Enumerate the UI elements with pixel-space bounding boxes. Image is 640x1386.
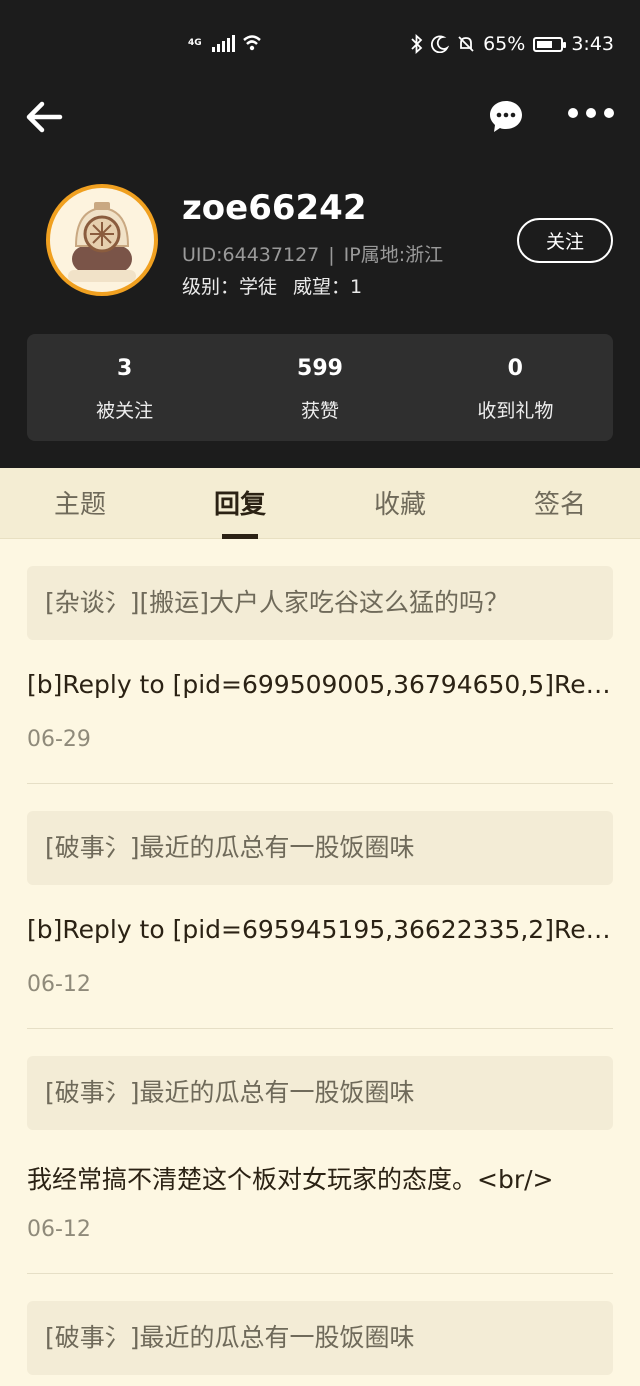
network-type: 4G: [188, 37, 202, 48]
moon-icon: [431, 35, 450, 53]
stat-followers[interactable]: 3 被关注: [27, 334, 222, 441]
stat-likes[interactable]: 599 获赞: [222, 334, 417, 441]
post-date: 06-29: [27, 727, 91, 752]
ip-location: IP属地:浙江: [343, 244, 444, 266]
post-thread-title[interactable]: [破事氵]最近的瓜总有一股饭圈味: [27, 1301, 613, 1375]
follow-button[interactable]: 关注: [517, 218, 613, 263]
stat-label: 收到礼物: [477, 400, 554, 422]
post-thread-title[interactable]: [破事氵]最近的瓜总有一股饭圈味: [27, 811, 613, 885]
tab-topics[interactable]: 主题: [0, 484, 160, 521]
battery-percent: 65%: [483, 33, 526, 55]
stat-value: 3: [117, 356, 133, 381]
back-arrow-icon[interactable]: [24, 96, 66, 138]
avatar[interactable]: [46, 184, 158, 296]
status-right: 65% 3:43: [411, 33, 614, 55]
post-reply-text[interactable]: 我经常搞不清楚这个板对女玩家的态度。<br/>: [27, 1160, 613, 1196]
active-tab-indicator: [222, 534, 258, 539]
wifi-icon: [242, 35, 261, 51]
battery-icon: [533, 36, 567, 52]
mute-bell-icon: [458, 36, 474, 52]
stat-value: 0: [507, 356, 523, 381]
tab-bar: 主题 回复 收藏 签名: [0, 468, 640, 539]
username: zoe66242: [182, 188, 367, 228]
rank-line: 级别：学徒 威望：1: [182, 272, 362, 299]
diving-helmet-icon: [68, 202, 136, 282]
signal-icon: [211, 34, 235, 52]
post-reply-text[interactable]: [b]Reply to [pid=699509005,36794650,5]Re…: [27, 670, 613, 699]
bluetooth-icon: [411, 34, 423, 54]
profile-header: 4G 65% 3:43 zoe66242 UID:64437127 | IP属地…: [0, 0, 640, 468]
prestige-label: 威望：: [293, 276, 351, 298]
prestige-value: 1: [350, 276, 363, 298]
post-thread-title[interactable]: [杂谈氵][搬运]大户人家吃谷这么猛的吗？: [27, 566, 613, 640]
status-bar: 4G 65% 3:43: [0, 0, 640, 92]
tab-signature[interactable]: 签名: [480, 484, 640, 521]
stat-label: 获赞: [300, 400, 339, 422]
stat-value: 599: [297, 356, 343, 381]
stat-gifts[interactable]: 0 收到礼物: [418, 334, 613, 441]
more-options-icon[interactable]: [568, 108, 614, 118]
message-icon[interactable]: [488, 98, 524, 134]
post-reply-text[interactable]: [b]Reply to [pid=695945195,36622335,2]Re…: [27, 915, 613, 944]
tab-favorites[interactable]: 收藏: [320, 484, 480, 521]
post-thread-title[interactable]: [破事氵]最近的瓜总有一股饭圈味: [27, 1056, 613, 1130]
divider: [27, 783, 613, 784]
level-label: 级别：: [182, 276, 240, 298]
user-id-line: UID:64437127 | IP属地:浙江: [182, 244, 444, 266]
post-date: 06-12: [27, 972, 91, 997]
level-value: 学徒: [239, 276, 278, 298]
user-id: UID:64437127: [182, 244, 320, 266]
tab-replies[interactable]: 回复: [160, 484, 320, 521]
status-left: 4G: [188, 34, 261, 52]
stat-label: 被关注: [96, 400, 154, 422]
divider: [27, 1273, 613, 1274]
clock: 3:43: [571, 33, 614, 55]
stats-panel: 3 被关注 599 获赞 0 收到礼物: [27, 334, 613, 441]
divider: [27, 1028, 613, 1029]
post-date: 06-12: [27, 1217, 91, 1242]
